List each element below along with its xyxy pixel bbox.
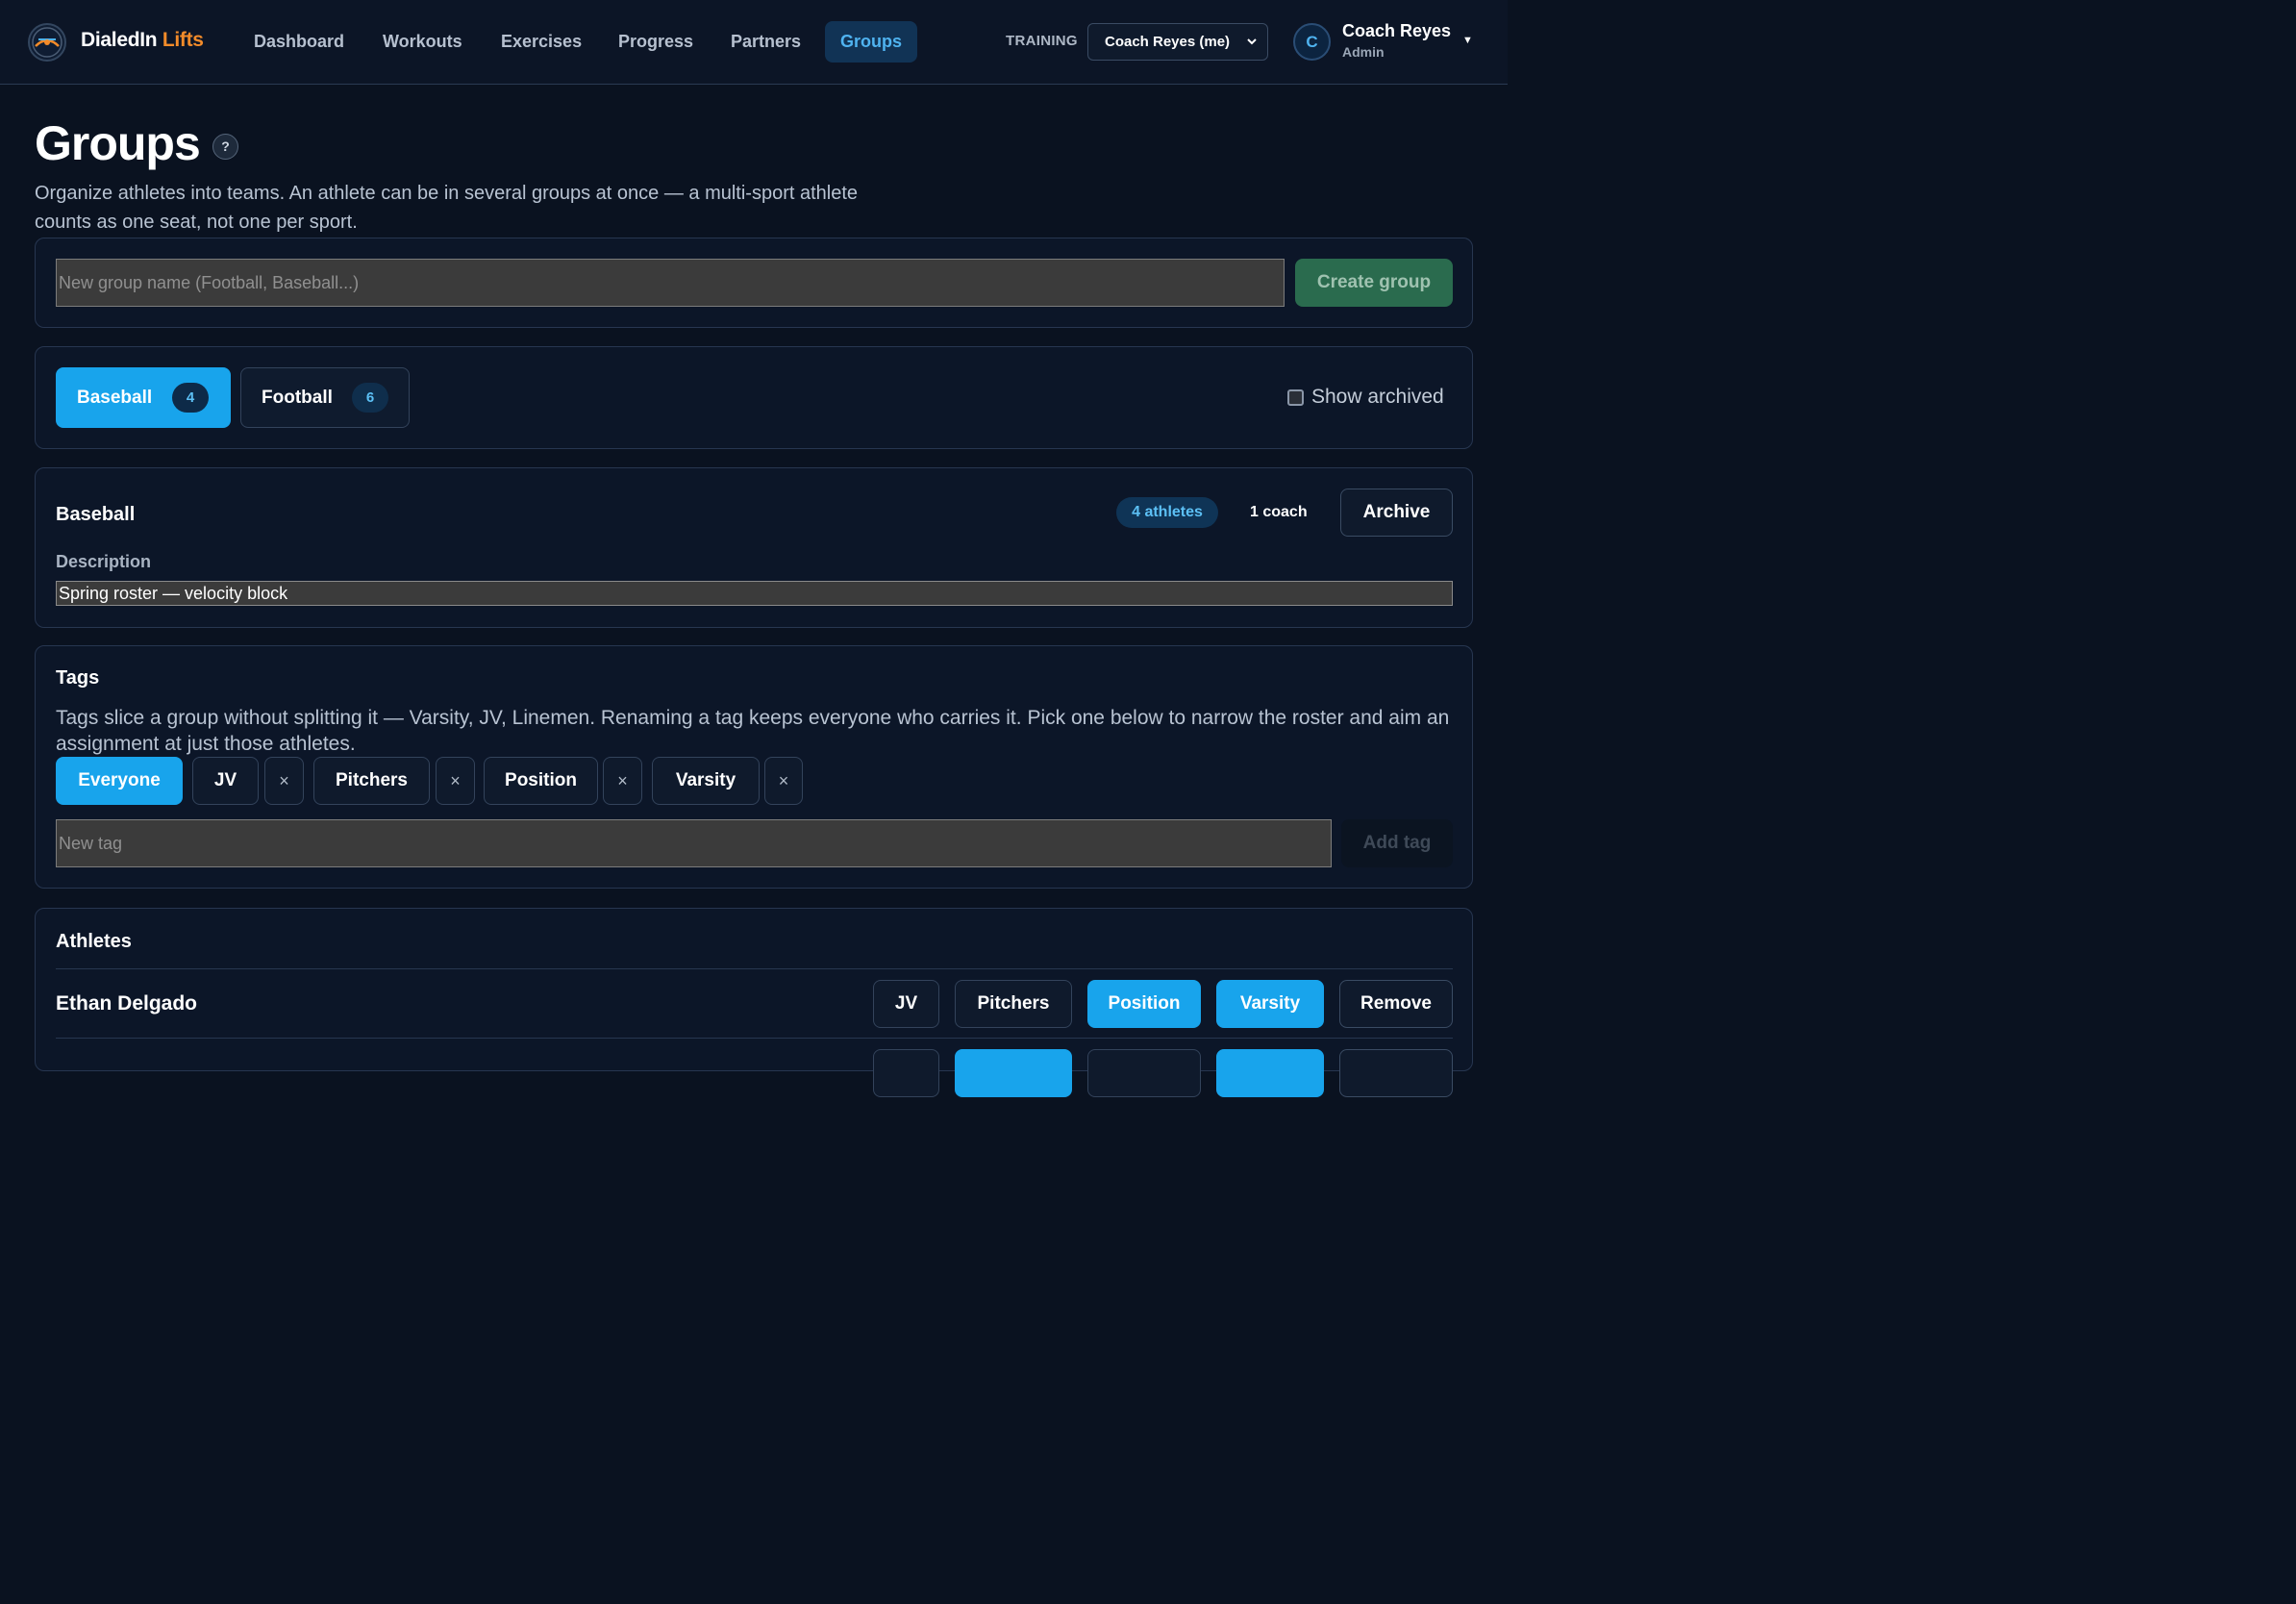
athlete-name: Ethan Delgado <box>56 992 198 1015</box>
divider <box>56 1038 1453 1039</box>
nav-exercises[interactable]: Exercises <box>486 21 597 63</box>
new-tag-input[interactable] <box>56 819 1332 867</box>
group-tab-football[interactable]: Football 6 <box>240 367 410 428</box>
create-group-card: Create group <box>35 238 1473 328</box>
tag-filter-everyone[interactable]: Everyone <box>56 757 183 805</box>
athletes-count-badge: 4 athletes <box>1116 497 1218 528</box>
description-field[interactable]: Spring roster — velocity block <box>56 581 1453 606</box>
nav-dashboard[interactable]: Dashboard <box>238 21 360 63</box>
nav-progress[interactable]: Progress <box>603 21 709 63</box>
divider <box>56 968 1453 969</box>
group-tab-label: Baseball <box>77 388 153 408</box>
add-tag-button[interactable]: Add tag <box>1341 819 1453 867</box>
athlete-tag-jv[interactable]: JV <box>873 980 939 1028</box>
tags-heading: Tags <box>56 667 100 689</box>
group-tab-baseball[interactable]: Baseball 4 <box>56 367 231 428</box>
athlete-tag-varsity[interactable]: Varsity <box>1216 980 1324 1028</box>
athletes-heading: Athletes <box>56 931 132 952</box>
group-details-card: Baseball 4 athletes 1 coach Archive Desc… <box>35 467 1473 628</box>
page-description: Organize athletes into teams. An athlete… <box>35 183 859 233</box>
athlete-tag-varsity[interactable] <box>1216 1049 1324 1097</box>
logo-icon[interactable] <box>28 23 66 62</box>
caret-down-icon[interactable]: ▼ <box>1462 35 1473 46</box>
new-group-name-input[interactable] <box>56 259 1285 307</box>
tag-filter-varsity[interactable]: Varsity <box>652 757 760 805</box>
athlete-tag-pitchers[interactable] <box>955 1049 1072 1097</box>
remove-athlete-button[interactable] <box>1339 1049 1453 1097</box>
top-navigation-bar: DialedIn Lifts Dashboard Workouts Exerci… <box>0 0 1508 85</box>
remove-tag-position-icon[interactable]: × <box>603 757 642 805</box>
training-select-value: Coach Reyes (me) <box>1105 34 1231 50</box>
tag-filter-pitchers[interactable]: Pitchers <box>313 757 430 805</box>
tags-help-text: Tags slice a group without splitting it … <box>56 707 1450 755</box>
brand-main: DialedIn <box>81 29 158 51</box>
tags-card: Tags Tags slice a group without splittin… <box>35 645 1473 889</box>
training-select[interactable]: Coach Reyes (me) <box>1087 23 1268 61</box>
chevron-down-icon <box>1246 24 1258 73</box>
show-archived-label[interactable]: Show archived <box>1311 386 1444 409</box>
group-name-heading: Baseball <box>56 504 136 525</box>
description-label: Description <box>56 552 152 571</box>
create-group-button[interactable]: Create group <box>1295 259 1453 307</box>
nav-partners[interactable]: Partners <box>715 21 816 63</box>
remove-athlete-button[interactable]: Remove <box>1339 980 1453 1028</box>
group-count-badge: 6 <box>352 383 388 413</box>
tag-filter-jv[interactable]: JV <box>192 757 259 805</box>
athlete-tag-position[interactable] <box>1087 1049 1201 1097</box>
page-title: Groups <box>35 116 201 170</box>
coach-count: 1 coach <box>1250 504 1308 520</box>
group-tabs-card: Baseball 4 Football 6 Show archived <box>35 346 1473 449</box>
nav-groups[interactable]: Groups <box>825 21 918 63</box>
remove-tag-jv-icon[interactable]: × <box>264 757 304 805</box>
remove-tag-varsity-icon[interactable]: × <box>764 757 803 805</box>
remove-tag-pitchers-icon[interactable]: × <box>436 757 475 805</box>
athlete-tag-pitchers[interactable]: Pitchers <box>955 980 1072 1028</box>
avatar[interactable]: C <box>1293 23 1331 61</box>
group-count-badge: 4 <box>172 383 209 413</box>
athletes-card: Athletes Ethan Delgado JV Pitchers Posit… <box>35 908 1473 1097</box>
training-label: TRAINING <box>1006 33 1078 49</box>
brand-name[interactable]: DialedIn Lifts <box>81 29 204 52</box>
athlete-tag-jv[interactable] <box>873 1049 939 1097</box>
tag-filter-position[interactable]: Position <box>484 757 598 805</box>
help-icon[interactable]: ? <box>212 134 238 160</box>
nav-workouts[interactable]: Workouts <box>367 21 478 63</box>
brand-accent: Lifts <box>162 29 204 51</box>
user-name[interactable]: Coach Reyes <box>1342 21 1451 41</box>
show-archived-checkbox[interactable] <box>1287 389 1304 406</box>
group-tab-label: Football <box>262 388 333 408</box>
archive-button[interactable]: Archive <box>1340 489 1453 537</box>
athlete-tag-position[interactable]: Position <box>1087 980 1201 1028</box>
user-role: Admin <box>1342 44 1385 60</box>
